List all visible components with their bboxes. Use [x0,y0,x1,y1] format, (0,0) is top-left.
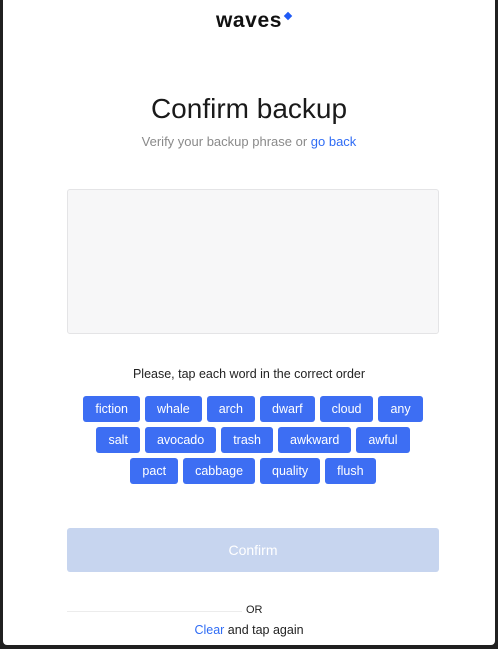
word-button-pact[interactable]: pact [130,458,179,484]
logo-text: waves [215,9,283,32]
logo: waves [3,9,495,33]
clear-suffix-text: and tap again [224,623,304,637]
word-button-cloud[interactable]: cloud [319,396,374,422]
word-button-salt[interactable]: salt [96,427,140,453]
clear-link[interactable]: Clear [194,623,224,637]
word-button-avocado[interactable]: avocado [144,427,217,453]
word-button-whale[interactable]: whale [145,396,202,422]
diamond-icon [283,11,293,21]
word-row-2: salt avocado trash awkward awful [67,427,439,453]
confirm-button[interactable]: Confirm [67,528,439,572]
word-buttons: fiction whale arch dwarf cloud any salt … [67,396,439,489]
word-row-1: fiction whale arch dwarf cloud any [67,396,439,422]
app-window: waves Confirm backup Verify your backup … [3,0,495,645]
go-back-link[interactable]: go back [311,134,357,149]
word-button-awful[interactable]: awful [356,427,410,453]
page-title: Confirm backup [150,93,348,124]
or-separator: OR [246,604,263,616]
word-button-quality[interactable]: quality [260,458,321,484]
selected-phrase-area[interactable] [67,189,439,334]
subtitle-text: Verify your backup phrase or [141,134,311,149]
word-button-trash[interactable]: trash [221,427,273,453]
word-button-fiction[interactable]: fiction [83,396,141,422]
word-button-flush[interactable]: flush [325,458,376,484]
word-button-dwarf[interactable]: dwarf [260,396,315,422]
word-button-awkward[interactable]: awkward [278,427,352,453]
word-button-cabbage[interactable]: cabbage [183,458,256,484]
word-button-arch[interactable]: arch [206,396,256,422]
instruction-text: Please, tap each word in the correct ord… [132,367,366,381]
word-button-any[interactable]: any [378,396,423,422]
page-subtitle: Verify your backup phrase or go back [3,134,495,149]
clear-row: Clear and tap again [3,623,495,637]
divider-line [67,611,242,612]
word-row-3: pact cabbage quality flush [67,458,439,484]
